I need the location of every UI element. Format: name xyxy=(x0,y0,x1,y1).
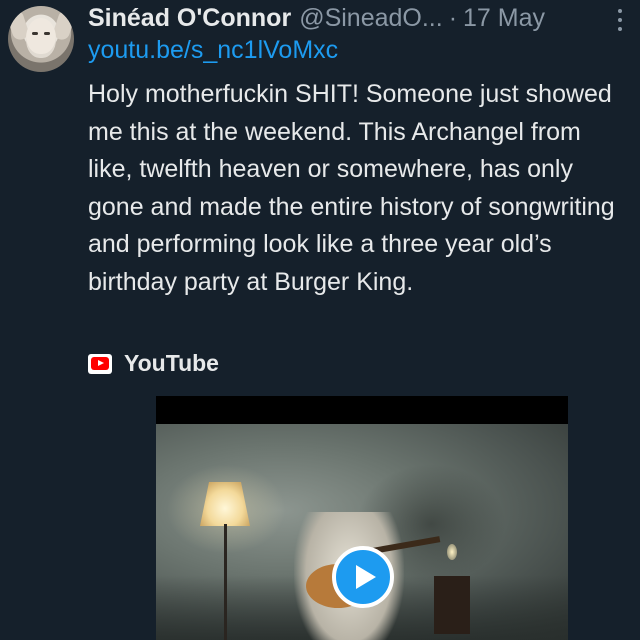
play-button[interactable] xyxy=(332,546,394,608)
display-name[interactable]: Sinéad O'Connor xyxy=(88,4,291,33)
user-handle[interactable]: @SineadO... xyxy=(299,4,443,33)
video-thumbnail[interactable] xyxy=(156,396,568,640)
tweet-link[interactable]: youtu.be/s_nc1lVoMxc xyxy=(88,36,338,65)
avatar-face xyxy=(26,18,56,58)
tweet-header: Sinéad O'Connor @SineadO... · 17 May xyxy=(88,2,545,34)
more-dot xyxy=(618,18,622,22)
media-source[interactable]: YouTube xyxy=(88,350,219,377)
scene-lamp-pole xyxy=(224,524,227,640)
scene-table xyxy=(434,576,470,634)
avatar-eye-right xyxy=(44,32,50,35)
scene-candle xyxy=(447,544,457,560)
more-dot xyxy=(618,27,622,31)
youtube-logo-mark xyxy=(91,357,109,370)
youtube-icon xyxy=(88,353,112,374)
more-vertical-icon[interactable] xyxy=(610,6,630,34)
video-scene xyxy=(156,424,568,640)
separator-dot: · xyxy=(448,3,458,32)
tweet-text: Holy motherfuckin SHIT! Someone just sho… xyxy=(88,80,615,296)
tweet-date[interactable]: 17 May xyxy=(463,4,545,33)
more-dot xyxy=(618,9,622,13)
media-source-label: YouTube xyxy=(124,350,219,376)
play-icon xyxy=(355,565,376,589)
avatar-eye-left xyxy=(32,32,38,35)
tweet[interactable]: Sinéad O'Connor @SineadO... · 17 May you… xyxy=(0,0,640,640)
avatar[interactable] xyxy=(8,6,74,72)
